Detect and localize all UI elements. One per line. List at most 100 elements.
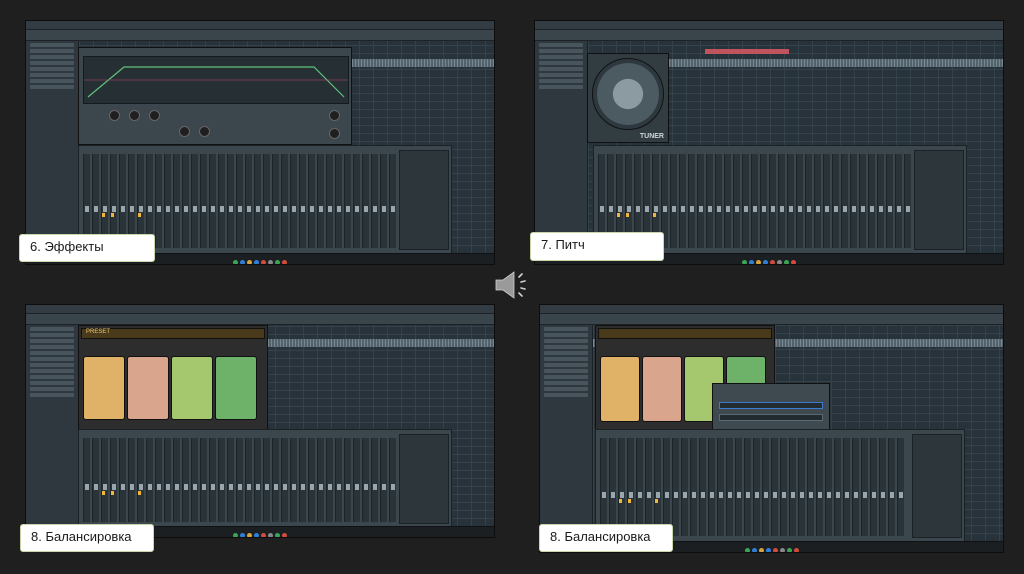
mixer-channel[interactable] [690, 438, 697, 536]
mixer-channel[interactable] [762, 438, 769, 536]
taskbar-app-icon[interactable] [233, 260, 238, 264]
mixer-channel[interactable] [290, 438, 297, 522]
taskbar-app-icon[interactable] [742, 260, 747, 264]
mixer-channel[interactable] [771, 438, 778, 536]
mixer-channel[interactable] [679, 154, 686, 248]
knob[interactable] [329, 128, 340, 139]
envelope-graph[interactable] [83, 56, 349, 104]
mixer-channel[interactable] [832, 154, 839, 248]
mixer-channel[interactable] [841, 154, 848, 248]
mixer-channel[interactable] [672, 438, 679, 536]
taskbar-app-icon[interactable] [758, 548, 764, 552]
mixer-channel[interactable] [708, 438, 715, 536]
mixer-channel[interactable] [128, 438, 135, 522]
mixer-channel[interactable] [852, 438, 859, 536]
browser-panel[interactable] [540, 325, 593, 542]
taskbar-app-icon[interactable] [247, 260, 252, 264]
mixer-channel[interactable] [326, 154, 333, 248]
mixer-channel[interactable] [362, 154, 369, 248]
mixer-channel[interactable] [787, 154, 794, 248]
mixer-channel[interactable] [182, 438, 189, 522]
mixer-channel[interactable] [861, 438, 868, 536]
mixer-channel[interactable] [155, 438, 162, 522]
mixer-channel[interactable] [904, 154, 911, 248]
mixer-channel[interactable] [83, 438, 90, 522]
mixer-channel[interactable] [769, 154, 776, 248]
mixer-channel[interactable] [371, 438, 378, 522]
mixer-channel[interactable] [715, 154, 722, 248]
mixer-channel[interactable] [778, 154, 785, 248]
knob[interactable] [129, 110, 140, 121]
taskbar-app-icon[interactable] [247, 533, 252, 537]
menu-bar[interactable] [540, 305, 1003, 314]
taskbar-app-icon[interactable] [240, 533, 245, 537]
mixer-channel[interactable] [816, 438, 823, 536]
mixer-channel[interactable] [751, 154, 758, 248]
mixer-channel[interactable] [191, 438, 198, 522]
taskbar-app-icon[interactable] [770, 260, 775, 264]
toolbar[interactable] [26, 30, 494, 41]
taskbar-app-icon[interactable] [751, 548, 757, 552]
mixer-channel[interactable] [870, 438, 877, 536]
taskbar-app-icon[interactable] [254, 533, 259, 537]
mixer-channel[interactable] [254, 438, 261, 522]
mixer-channel[interactable] [200, 438, 207, 522]
taskbar-app-icon[interactable] [261, 260, 266, 264]
toolbar[interactable] [26, 314, 494, 325]
mixer-channel[interactable] [380, 154, 387, 248]
browser-panel[interactable] [26, 41, 79, 254]
mixer-channel[interactable] [823, 154, 830, 248]
mixer-channel[interactable] [362, 438, 369, 522]
mixer-channel[interactable] [227, 438, 234, 522]
mixer-channel[interactable] [843, 438, 850, 536]
pedal-distortion[interactable] [83, 356, 125, 420]
mixer-channel[interactable] [299, 154, 306, 248]
channel-settings-window[interactable] [78, 47, 352, 145]
mixer-channel[interactable] [850, 154, 857, 248]
mixer-channel[interactable] [209, 438, 216, 522]
mixer-slot-panel[interactable] [399, 150, 449, 250]
mixer-channel[interactable] [389, 438, 396, 522]
mixer-channel[interactable] [814, 154, 821, 248]
mixer-channel[interactable] [897, 438, 904, 536]
menu-bar[interactable] [26, 305, 494, 314]
mixer-channel[interactable] [699, 438, 706, 536]
pedal-noise-gate[interactable] [127, 356, 169, 420]
taskbar-app-icon[interactable] [786, 548, 792, 552]
pedal-chorus[interactable] [171, 356, 213, 420]
taskbar-app-icon[interactable] [777, 260, 782, 264]
mixer-channel[interactable] [245, 154, 252, 248]
knob[interactable] [199, 126, 210, 137]
mixer-channel[interactable] [353, 438, 360, 522]
mixer-channel[interactable] [308, 154, 315, 248]
mixer-channel[interactable] [681, 438, 688, 536]
mixer-channel[interactable] [877, 154, 884, 248]
mixer-channel[interactable] [191, 154, 198, 248]
mixer-channel[interactable] [164, 154, 171, 248]
taskbar-app-icon[interactable] [254, 260, 259, 264]
speaker-sound-icon[interactable] [494, 267, 534, 303]
mixer-channel[interactable] [344, 438, 351, 522]
mixer-channel[interactable] [742, 154, 749, 248]
taskbar-app-icon[interactable] [240, 260, 245, 264]
playlist-selection[interactable] [705, 49, 789, 54]
pedal-distortion[interactable] [600, 356, 640, 422]
mixer-channel[interactable] [744, 438, 751, 536]
mixer-channel[interactable] [753, 438, 760, 536]
mixer-channel[interactable] [92, 438, 99, 522]
mixer-channel[interactable] [155, 154, 162, 248]
mixer-channel[interactable] [834, 438, 841, 536]
mixer-channel[interactable] [735, 438, 742, 536]
taskbar-app-icon[interactable] [233, 533, 238, 537]
mixer-channel[interactable] [281, 438, 288, 522]
taskbar-app-icon[interactable] [282, 533, 287, 537]
mixer-channel[interactable] [119, 438, 126, 522]
name-field[interactable] [719, 402, 823, 409]
mixer-channel[interactable] [254, 154, 261, 248]
mixer-channel[interactable] [272, 154, 279, 248]
mixer-channel[interactable] [263, 154, 270, 248]
mixer-channel[interactable] [317, 438, 324, 522]
mixer-channel[interactable] [796, 154, 803, 248]
taskbar-app-icon[interactable] [756, 260, 761, 264]
mixer-channel[interactable] [886, 154, 893, 248]
